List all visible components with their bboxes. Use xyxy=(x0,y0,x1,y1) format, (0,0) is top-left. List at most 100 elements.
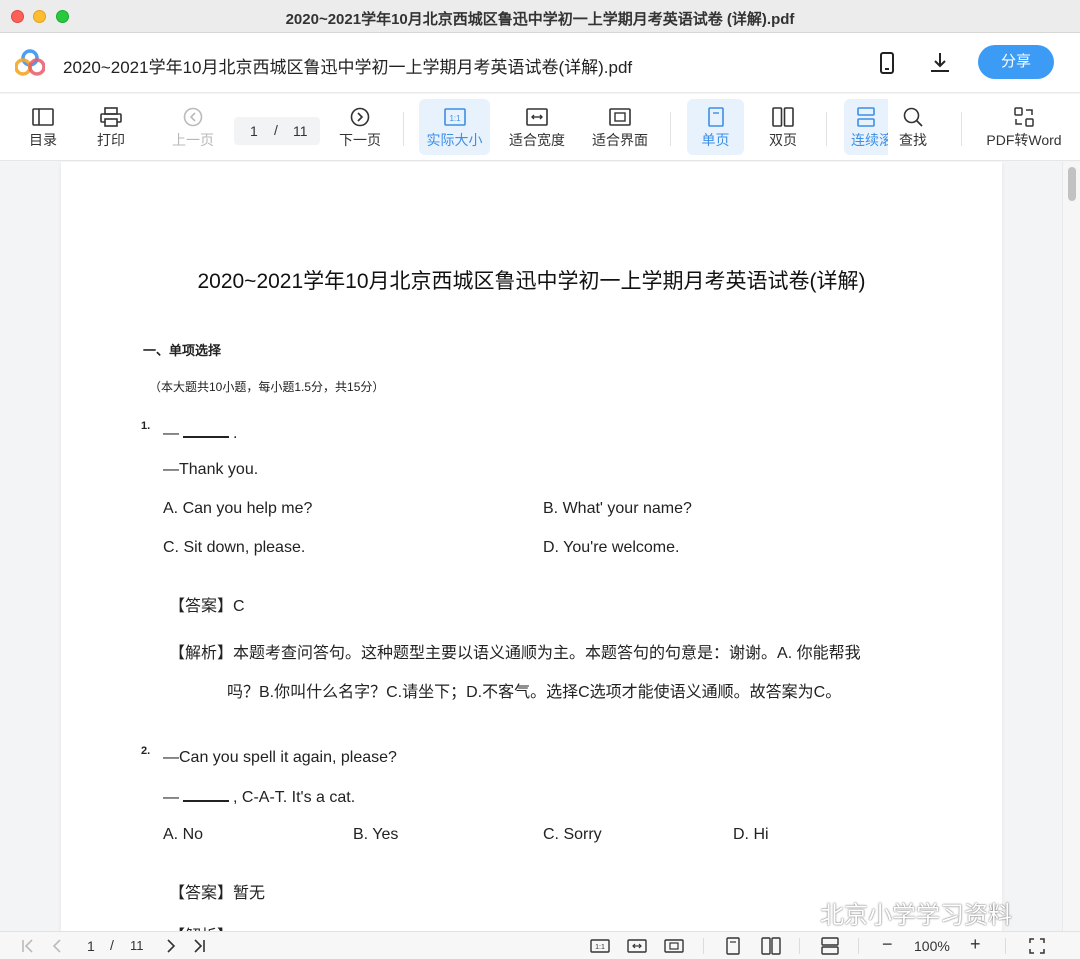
continuous-scroll-icon xyxy=(821,937,839,955)
document-viewer[interactable]: 2020~2021学年10月北京西城区鲁迅中学初一上学期月考英语试卷(详解) 一… xyxy=(0,162,1080,931)
section-heading: 一、单项选择 xyxy=(143,343,222,358)
wechat-icon xyxy=(787,904,815,926)
fit-width-icon xyxy=(526,108,548,126)
actual-size-button[interactable]: 1:1 实际大小 xyxy=(419,99,490,155)
option-d: D. Hi xyxy=(733,826,769,843)
continuous-scroll-button[interactable]: 连续滚动 xyxy=(844,99,888,155)
continuous-scroll-icon xyxy=(857,107,875,127)
zoom-level[interactable]: 100% xyxy=(914,938,950,958)
document-title: 2020~2021学年10月北京西城区鲁迅中学初一上学期月考英语试卷(详解).p… xyxy=(63,58,633,77)
bottom-fit-width-button[interactable] xyxy=(627,936,647,956)
answer-label: 【答案】 xyxy=(169,885,234,902)
question-stem: —. xyxy=(163,424,237,443)
answer-label: 【答案】 xyxy=(169,598,234,615)
fit-page-icon xyxy=(664,939,684,953)
toc-label: 目录 xyxy=(29,132,57,148)
double-page-label: 双页 xyxy=(769,132,797,148)
watermark-text: 北京小学学习资料 xyxy=(820,902,1012,929)
print-button[interactable]: 打印 xyxy=(90,99,132,155)
reply-end: , C-A-T. It's a cat. xyxy=(233,789,356,806)
phone-icon[interactable] xyxy=(874,50,900,76)
total-pages: 11 xyxy=(293,123,308,139)
analysis-label: 【解析】 xyxy=(169,922,233,931)
bottom-fit-page-button[interactable] xyxy=(664,936,684,956)
zoom-in-button[interactable]: + xyxy=(970,934,981,954)
single-page-icon xyxy=(726,937,740,955)
option-d: D. You're welcome. xyxy=(543,539,680,556)
fit-page-button[interactable]: 适合界面 xyxy=(588,99,652,155)
vertical-scrollbar[interactable] xyxy=(1062,162,1080,931)
answer-line: 【答案】C xyxy=(169,592,245,616)
option-c: C. Sit down, please. xyxy=(163,539,306,556)
pdf-to-word-label: PDF转Word xyxy=(986,132,1062,148)
toolbar-divider xyxy=(826,112,827,146)
bottom-current-page[interactable]: 1 xyxy=(87,938,95,958)
analysis-line: 【解析】本题考查问答句。这种题型主要以语义通顺为主。本题答句的句意是：谢谢。A.… xyxy=(169,639,861,663)
toolbar-divider xyxy=(670,112,671,146)
bottom-double-page-button[interactable] xyxy=(760,936,782,956)
scrollbar-thumb[interactable] xyxy=(1068,167,1076,201)
page-number-field[interactable]: 1 / 11 xyxy=(234,117,320,145)
next-page-button[interactable]: 下一页 xyxy=(335,99,385,155)
prev-page-bottom-button[interactable] xyxy=(50,936,64,956)
download-icon[interactable] xyxy=(927,50,953,76)
actual-size-icon: 1:1 xyxy=(443,108,466,126)
convert-icon xyxy=(1014,107,1034,127)
bottom-divider xyxy=(858,938,859,954)
double-page-button[interactable]: 双页 xyxy=(760,99,806,155)
prev-page-button[interactable]: 上一页 xyxy=(168,99,218,155)
share-button[interactable]: 分享 xyxy=(978,45,1054,79)
app-logo-icon xyxy=(15,49,45,76)
svg-text:1:1: 1:1 xyxy=(595,944,605,951)
fit-page-icon xyxy=(609,108,631,126)
zoom-out-button[interactable]: − xyxy=(882,934,893,954)
fullscreen-button[interactable] xyxy=(1028,936,1046,956)
pdf-to-word-button[interactable]: PDF转Word xyxy=(984,99,1064,155)
double-page-icon xyxy=(772,107,794,127)
fit-page-label: 适合界面 xyxy=(592,132,648,148)
bottom-continuous-button[interactable] xyxy=(820,936,840,956)
title-bar: 2020~2021学年10月北京西城区鲁迅中学初一上学期月考英语试卷 (详解).… xyxy=(0,0,1080,33)
chevron-right-circle-icon xyxy=(350,107,370,127)
option-a: A. No xyxy=(163,826,204,843)
bottom-actual-size-button[interactable]: 1:1 xyxy=(590,936,610,956)
current-page[interactable]: 1 xyxy=(250,123,258,139)
question-reply: —Thank you. xyxy=(163,461,259,478)
question-number: 2. xyxy=(141,745,151,757)
analysis-label: 【解析】 xyxy=(169,645,234,662)
answer-blank xyxy=(183,424,229,438)
bottom-bar: 1 / 11 1:1 − 100% + xyxy=(0,931,1080,959)
first-page-button[interactable] xyxy=(20,936,36,956)
single-page-button[interactable]: 单页 xyxy=(687,99,744,155)
fit-width-label: 适合宽度 xyxy=(509,132,565,148)
toc-button[interactable]: 目录 xyxy=(22,99,64,155)
prev-page-label: 上一页 xyxy=(172,132,214,148)
next-page-label: 下一页 xyxy=(339,132,381,148)
find-button[interactable]: 查找 xyxy=(890,99,936,155)
next-page-bottom-button[interactable] xyxy=(164,936,178,956)
bottom-total-pages: 11 xyxy=(130,938,144,953)
section-note: （本大题共10小题，每小题1.5分，共15分） xyxy=(149,380,385,394)
bottom-divider xyxy=(799,938,800,954)
last-page-button[interactable] xyxy=(191,936,207,956)
doc-heading: 2020~2021学年10月北京西城区鲁迅中学初一上学期月考英语试卷(详解) xyxy=(197,270,866,293)
first-page-icon xyxy=(22,939,33,953)
fullscreen-icon xyxy=(1029,938,1045,954)
toolbar: 目录 打印 上一页 1 / 11 下一页 1:1 实际大小 适合宽度 适合界面 … xyxy=(0,94,1080,161)
page-separator: / xyxy=(274,122,278,138)
actual-size-icon: 1:1 xyxy=(590,939,610,953)
bottom-divider xyxy=(1005,938,1006,954)
chevron-left-circle-icon xyxy=(183,107,203,127)
bottom-single-page-button[interactable] xyxy=(724,936,742,956)
option-b: B. Yes xyxy=(353,826,399,843)
single-page-label: 单页 xyxy=(701,132,730,148)
answer-value: C xyxy=(233,598,245,615)
chevron-left-icon xyxy=(52,939,61,953)
svg-text:1:1: 1:1 xyxy=(449,114,461,123)
toolbar-divider xyxy=(961,112,962,146)
fit-width-button[interactable]: 适合宽度 xyxy=(505,99,569,155)
double-page-icon xyxy=(761,937,781,955)
question-reply: — , C-A-T. It's a cat. xyxy=(163,788,355,807)
toc-icon xyxy=(32,108,54,126)
reply-dash: — xyxy=(163,789,179,806)
